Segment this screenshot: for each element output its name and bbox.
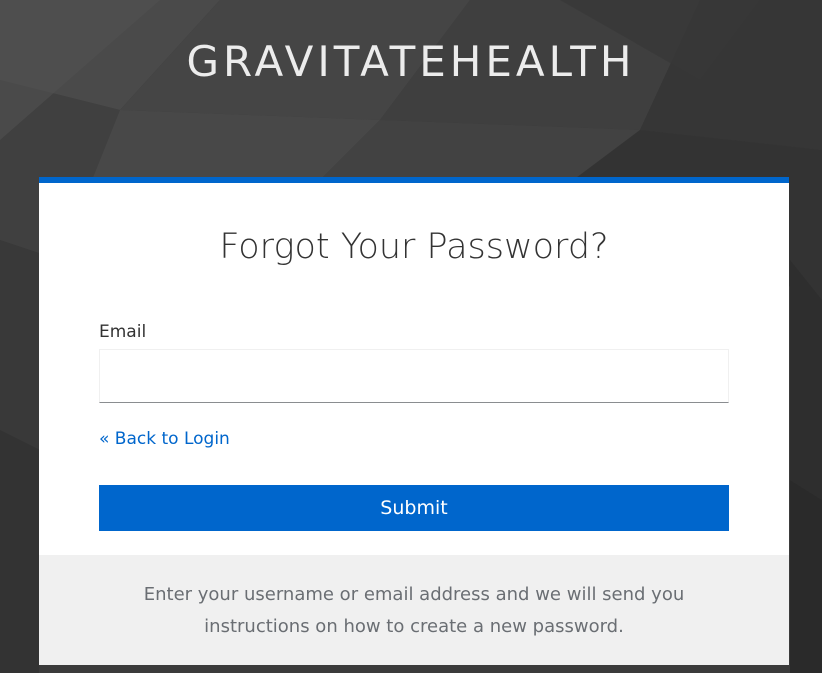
back-to-login-link[interactable]: « Back to Login [99, 428, 230, 450]
submit-button[interactable]: Submit [99, 485, 729, 531]
info-text: Enter your username or email address and… [143, 584, 685, 637]
page-title: Forgot Your Password? [219, 227, 609, 267]
forgot-password-card: Forgot Your Password? Email « Back to Lo… [39, 177, 789, 665]
info-panel: Enter your username or email address and… [39, 555, 789, 665]
email-label: Email [99, 322, 147, 342]
email-field[interactable] [99, 349, 729, 403]
brand-title: GRAVITATEHEALTH [186, 37, 636, 86]
